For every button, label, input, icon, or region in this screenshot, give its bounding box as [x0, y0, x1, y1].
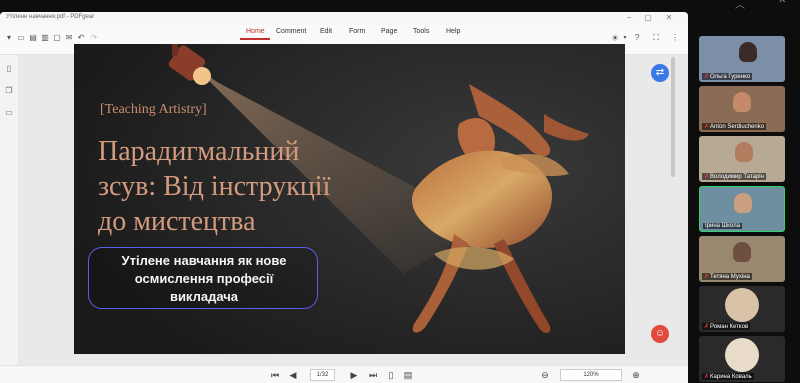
status-bar: ⏮ ◀ 1/32 ▶ ⏭ ▯ ▤ ⊖ 120% ⊕ [0, 365, 688, 383]
close-icon[interactable]: ✕ [778, 0, 786, 6]
prev-page-icon[interactable]: ◀ [288, 369, 298, 381]
zoom-in-icon[interactable]: ⊕ [631, 369, 641, 381]
participant-name: ✗Карина Коваль [702, 373, 754, 380]
participant-name: ✗Роман Кетков [702, 323, 751, 330]
slide-headline-line-2: зсув: Від інструкції [98, 171, 331, 202]
open-icon[interactable]: ▭ [16, 33, 26, 43]
screen: ︿ ✕ Утілене навчання.pdf - PDFgear – ▢ ✕… [0, 0, 800, 383]
last-page-icon[interactable]: ⏭ [368, 369, 378, 381]
window-title: Утілене навчання.pdf - PDFgear [6, 14, 95, 20]
settings-icon[interactable]: ☀ [610, 33, 620, 43]
window-close-icon[interactable]: ✕ [662, 13, 676, 23]
translate-icon[interactable]: ⇄ [651, 64, 669, 82]
slide-headline-line-3: до мистецтва [98, 206, 256, 237]
settings-dropdown-icon[interactable]: ▾ [620, 33, 630, 43]
menu-home[interactable]: Home [246, 28, 265, 35]
share-icon[interactable]: ▢ [52, 33, 62, 43]
more-icon[interactable]: ⋮ [670, 33, 680, 43]
redo-icon[interactable]: ↷ [89, 33, 99, 43]
participant-name: ✗Володимир Татарін [702, 173, 766, 180]
menu-page[interactable]: Page [381, 28, 397, 35]
save-icon[interactable]: ▤ [28, 33, 38, 43]
slide-subtitle-box: Утілене навчання як нове осмислення проф… [88, 247, 318, 309]
slide-subtitle-line-3: викладача [169, 289, 239, 304]
participant-name: ✗Anton Serdiuchenko [702, 123, 767, 130]
participant-tile[interactable]: ✗Карина Коваль [699, 336, 785, 382]
slide-bracket-label: [Teaching Artistry] [100, 102, 207, 117]
undo-icon[interactable]: ↶ [76, 33, 86, 43]
print-icon[interactable]: ▥ [40, 33, 50, 43]
menu-dropdown-icon[interactable]: ▾ [4, 33, 14, 43]
participant-tile[interactable]: ✗Роман Кетков [699, 286, 785, 332]
title-bar: Утілене навчання.pdf - PDFgear – ▢ ✕ [0, 12, 688, 25]
participant-tile[interactable]: ✗Володимир Татарін [699, 136, 785, 182]
comments-icon[interactable]: ▭ [4, 108, 14, 118]
page-number-input[interactable]: 1/32 [310, 369, 335, 381]
slide-subtitle-line-2: осмислення професії [134, 271, 274, 286]
participant-tile-speaking[interactable]: Ірина Школа [699, 186, 785, 232]
participant-avatar [725, 288, 759, 322]
menu-help[interactable]: Help [446, 28, 460, 35]
participant-name: Ірина Школа [703, 223, 742, 229]
maximize-icon[interactable]: ▢ [641, 13, 655, 23]
menu-edit[interactable]: Edit [320, 28, 332, 35]
mic-muted-icon: ✗ [704, 374, 710, 380]
participant-avatar [725, 338, 759, 372]
participant-avatar [735, 142, 753, 162]
pdf-slide-page: [Teaching Artistry] Парадигмальний зсув:… [74, 44, 625, 354]
participant-name: ✗Ольга Гуренко [702, 73, 753, 80]
thumbnails-icon[interactable]: ❐ [4, 86, 14, 96]
participant-avatar [733, 92, 751, 112]
mic-muted-icon: ✗ [704, 124, 710, 130]
menu-tools[interactable]: Tools [413, 28, 429, 35]
scrollbar-thumb[interactable] [671, 57, 675, 177]
first-page-icon[interactable]: ⏮ [270, 369, 280, 381]
participant-tile[interactable]: ✗Тетяна Мухіна [699, 236, 785, 282]
zoom-level[interactable]: 120% [560, 369, 622, 381]
fit-icon[interactable]: ⛶ [651, 33, 661, 43]
email-icon[interactable]: ✉ [64, 33, 74, 43]
mic-muted-icon: ✗ [704, 274, 710, 280]
vertical-scrollbar[interactable] [670, 55, 676, 365]
help-icon[interactable]: ? [632, 33, 642, 43]
slide-headline-line-1: Парадигмальний [98, 136, 300, 167]
minimize-icon[interactable]: – [622, 13, 636, 23]
zoom-out-icon[interactable]: ⊖ [540, 369, 550, 381]
mic-muted-icon: ✗ [704, 174, 710, 180]
mic-muted-icon: ✗ [704, 74, 710, 80]
slide-subtitle-line-1: Утілене навчання як нове [121, 253, 287, 268]
menu-comment[interactable]: Comment [276, 28, 306, 35]
participant-avatar [733, 242, 751, 262]
left-sidebar: ▯ ❐ ▭ [0, 55, 18, 383]
participant-name: ✗Тетяна Мухіна [702, 273, 752, 280]
video-participants-panel: ✗Ольга Гуренко ✗Anton Serdiuchenko ✗Воло… [690, 12, 800, 383]
active-tab-underline [240, 38, 270, 40]
mic-muted-icon: ✗ [704, 324, 710, 330]
participant-avatar [734, 193, 752, 213]
chevron-up-icon[interactable]: ︿ [735, 0, 745, 11]
single-page-view-icon[interactable]: ▯ [386, 369, 396, 381]
participant-tile[interactable]: ✗Anton Serdiuchenko [699, 86, 785, 132]
ai-assistant-icon[interactable]: ☺ [651, 325, 669, 343]
participant-avatar [739, 42, 757, 62]
menu-form[interactable]: Form [349, 28, 365, 35]
bookmark-icon[interactable]: ▯ [4, 64, 14, 74]
continuous-view-icon[interactable]: ▤ [403, 369, 413, 381]
next-page-icon[interactable]: ▶ [349, 369, 359, 381]
participant-tile[interactable]: ✗Ольга Гуренко [699, 36, 785, 82]
